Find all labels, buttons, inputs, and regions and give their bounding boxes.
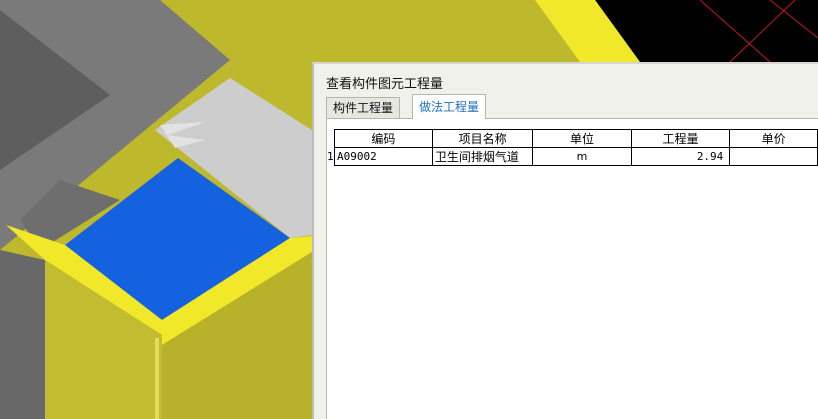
table-header-row: 编码 项目名称 单位 工程量 单价 [327, 129, 818, 148]
cell-name[interactable]: 卫生间排烟气道 [431, 147, 534, 166]
cell-unit[interactable]: m [532, 147, 632, 166]
table-row[interactable]: 1 A09002 卫生间排烟气道 m 2.94 [327, 147, 818, 166]
column-header-unit[interactable]: 单位 [532, 129, 632, 148]
method-quantity-panel: 编码 项目名称 单位 工程量 单价 1 A09002 卫生间排烟气道 m 2.9… [326, 118, 818, 419]
row-number-header [327, 129, 335, 148]
quantity-table: 编码 项目名称 单位 工程量 单价 1 A09002 卫生间排烟气道 m 2.9… [327, 129, 818, 166]
component-quantity-dialog: 查看构件图元工程量 构件工程量 做法工程量 编码 项目名称 单位 工程量 单价 [312, 62, 818, 419]
column-header-name[interactable]: 项目名称 [431, 129, 534, 148]
tab-method-quantity[interactable]: 做法工程量 [412, 94, 487, 119]
tab-component-quantity[interactable]: 构件工程量 [326, 97, 401, 118]
row-number: 1 [327, 150, 334, 163]
dialog-title: 查看构件图元工程量 [326, 77, 444, 92]
column-header-price[interactable]: 单价 [729, 129, 818, 148]
cell-price[interactable] [729, 147, 818, 166]
column-header-code[interactable]: 编码 [334, 129, 433, 148]
column-header-quantity[interactable]: 工程量 [630, 129, 731, 148]
cell-quantity[interactable]: 2.94 [630, 147, 731, 166]
cell-code[interactable]: A09002 [334, 147, 433, 166]
